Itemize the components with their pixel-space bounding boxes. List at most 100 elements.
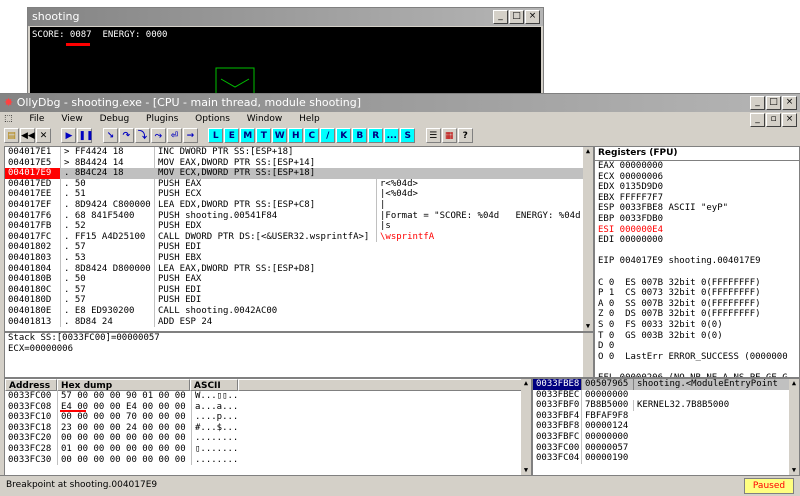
stack-row[interactable]: 0033FBFC 00000000 [533, 431, 799, 443]
step-into-icon[interactable]: ↘ [102, 128, 118, 143]
register-row[interactable] [598, 362, 799, 373]
dump-header-address[interactable]: Address [5, 379, 57, 391]
dump-header-ascii[interactable]: ASCII [190, 379, 238, 391]
disasm-row[interactable]: 00401802 . 57 PUSH EDI [5, 242, 593, 253]
register-row[interactable]: EDI 00000000 [598, 235, 799, 246]
minimize-icon[interactable]: _ [750, 96, 765, 110]
disasm-row[interactable]: 004017E1 > FF4424 18 INC DWORD PTR SS:[ESP… [5, 147, 593, 158]
toolbar-callstack-button[interactable]: K [336, 128, 352, 143]
register-row[interactable]: EDX 0135D9D0 [598, 182, 799, 193]
menu-debug[interactable]: Debug [100, 114, 130, 124]
register-row[interactable]: P 1 CS 0073 32bit 0(FFFFFFFF) [598, 288, 799, 299]
toolbar-windows-button[interactable]: W [272, 128, 288, 143]
dump-header-hex[interactable]: Hex dump [57, 379, 190, 391]
toolbar-threads-button[interactable]: T [256, 128, 272, 143]
stack-row[interactable]: 0033FBF0 7B8B5000 KERNEL32.7B8B5000 [533, 400, 799, 411]
stack-pane[interactable]: 0033FBE8 00507965 shooting.<ModuleEntryPoi… [532, 378, 800, 476]
menu-app-icon[interactable]: ⬚ [4, 114, 13, 124]
stack-top-row[interactable]: 0033FBE8 00507965 shooting.<ModuleEntryPoi… [533, 379, 799, 390]
register-row[interactable]: D 0 [598, 341, 799, 352]
disasm-row[interactable]: 0040180D . 57 PUSH EDI [5, 295, 593, 306]
trace-into-icon[interactable]: ⤵ [134, 128, 150, 143]
menu-view[interactable]: View [61, 114, 82, 124]
close-process-icon[interactable]: ✕ [36, 128, 51, 143]
minimize-icon[interactable]: _ [493, 10, 508, 24]
info-scrollbar[interactable] [583, 333, 593, 377]
close-icon[interactable]: × [782, 96, 797, 110]
register-row[interactable] [598, 246, 799, 257]
toolbar-memory-button[interactable]: M [240, 128, 256, 143]
disasm-row[interactable]: 004017E5 > 8B4424 14 MOV EAX,DWORD PTR SS:… [5, 157, 593, 169]
game-canvas[interactable]: SCORE: 0087 ENERGY: 0000 [30, 27, 541, 99]
stack-row[interactable]: 0033FC00 00000057 [533, 442, 799, 454]
child-close-icon[interactable]: × [782, 113, 797, 127]
disasm-row[interactable]: 0040180E . E8 ED930200 CALL shooting.0042A… [5, 305, 593, 317]
register-row[interactable]: T 0 GS 003B 32bit 0(0) [598, 331, 799, 342]
stack-row[interactable]: 0033FBF4 FBFAF9F8 [533, 410, 799, 422]
register-row[interactable]: ESI 000000E4 [598, 225, 799, 236]
menu-options[interactable]: Options [195, 114, 230, 124]
go-to-icon[interactable]: → [182, 128, 198, 143]
child-restore-icon[interactable]: ▫ [766, 113, 781, 127]
register-row[interactable]: C 0 ES 007B 32bit 0(FFFFFFFF) [598, 278, 799, 289]
disasm-row[interactable]: 004017F6 . 68 841F5400 PUSH shooting.00541… [5, 210, 593, 222]
menu-help[interactable]: Help [299, 114, 320, 124]
register-row[interactable]: EBP 0033FDB0 [598, 214, 799, 225]
stack-row[interactable]: 0033FBEC 00000000 [533, 389, 799, 401]
register-row[interactable]: S 0 FS 0033 32bit 0(0) [598, 320, 799, 331]
toolbar-breakpoints-button[interactable]: B [352, 128, 368, 143]
dump-row[interactable]: 0033FC30 00 00 00 00 00 00 00 00........ [5, 454, 531, 466]
disasm-row[interactable]: 004017ED . 50 PUSH EAX r<%04d> [5, 178, 593, 190]
toolbar-cpu-button[interactable]: C [304, 128, 320, 143]
close-icon[interactable]: × [525, 10, 540, 24]
stack-row[interactable]: 0033FC04 00000190 [533, 453, 799, 464]
register-row[interactable]: ECX 00000006 [598, 172, 799, 183]
child-minimize-icon[interactable]: _ [750, 113, 765, 127]
open-icon[interactable]: ▤ [4, 128, 19, 143]
disasm-row[interactable]: 00401813 . 8D84 24 ADD ESP 24 [5, 316, 593, 328]
register-row[interactable]: EAX 00000000 [598, 161, 799, 172]
dump-scrollbar[interactable]: ▲ ▼ [521, 379, 531, 475]
toolbar-patches-button[interactable]: / [320, 128, 336, 143]
disasm-row[interactable]: 0040180C . 57 PUSH EDI [5, 284, 593, 296]
disasm-row[interactable]: 00401803 . 53 PUSH EBX [5, 252, 593, 264]
toolbar-log-button[interactable]: L [208, 128, 224, 143]
list-view-icon[interactable]: ☰ [425, 128, 441, 143]
disassembly-pane[interactable]: 004017E1 > FF4424 18 INC DWORD PTR SS:[ESP… [4, 146, 594, 332]
register-row[interactable]: EBX FFFFF7F7 [598, 193, 799, 204]
dump-row[interactable]: 0033FC10 00 00 00 00 70 00 00 00 ....p... [5, 412, 531, 423]
step-over-icon[interactable]: ↷ [118, 128, 134, 143]
toolbar-references-button[interactable]: R [368, 128, 384, 143]
dump-pane[interactable]: Address Hex dump ASCII 0033FC00 57 00 00 … [4, 378, 532, 476]
registers-pane[interactable]: Registers (FPU) EAX 00000000 ECX 00000006… [594, 146, 800, 378]
disasm-row[interactable]: 00401804 . 8D8424 D800000 LEA EAX,DWORD PT… [5, 263, 593, 275]
disasm-row[interactable]: 004017FC . FF15 A4D25100 CALL DWORD PTR DS… [5, 231, 593, 243]
register-row[interactable]: Z 0 DS 007B 32bit 0(FFFFFFFF) [598, 309, 799, 320]
disasm-row[interactable]: 004017FB . 52 PUSH EDX |s [5, 221, 593, 232]
appearance-icon[interactable]: ▦ [441, 128, 457, 143]
register-row[interactable]: EIP 004017E9 shooting.004017E9 [598, 256, 799, 267]
execute-till-return-icon[interactable]: ⏎ [166, 128, 182, 143]
register-row[interactable] [598, 267, 799, 278]
toolbar-executables-button[interactable]: E [224, 128, 240, 143]
toolbar-runtrace-button[interactable]: ... [384, 128, 400, 143]
register-row[interactable]: A 0 SS 007B 32bit 0(FFFFFFFF) [598, 299, 799, 310]
register-row[interactable]: ESP 0033FBE8 ASCII "eyP" [598, 203, 799, 214]
maximize-icon[interactable]: □ [509, 10, 524, 24]
rewind-icon[interactable]: ◀◀ [20, 128, 35, 143]
dump-row[interactable]: 0033FC00 57 00 00 00 90 01 00 00 W...▯▯.. [5, 391, 531, 402]
disasm-row[interactable]: 004017E9. 8B4C24 18 MOV ECX,DWORD PTR SS:… [5, 168, 593, 179]
stack-scrollbar[interactable]: ▲ ▼ [789, 379, 799, 475]
pause-icon[interactable]: ❚❚ [77, 128, 94, 143]
dump-row[interactable]: 0033FC18 23 00 00 00 24 00 00 00 #...$... [5, 422, 531, 434]
stack-row[interactable]: 0033FBF8 00000124 [533, 421, 799, 432]
disassembly-scrollbar[interactable]: ▲ ▼ [583, 147, 593, 331]
trace-over-icon[interactable]: ⤳ [150, 128, 166, 143]
dump-row[interactable]: 0033FC28 01 00 00 00 00 00 00 00 ▯....... [5, 443, 531, 455]
maximize-icon[interactable]: □ [766, 96, 781, 110]
menu-plugins[interactable]: Plugins [146, 114, 178, 124]
help-icon[interactable]: ? [457, 128, 473, 143]
run-icon[interactable]: ▶ [61, 128, 77, 143]
disasm-row[interactable]: 004017EE . 51 PUSH ECX |<%04d> [5, 189, 593, 200]
register-row[interactable]: O 0 LastErr ERROR_SUCCESS (0000000 [598, 352, 799, 363]
